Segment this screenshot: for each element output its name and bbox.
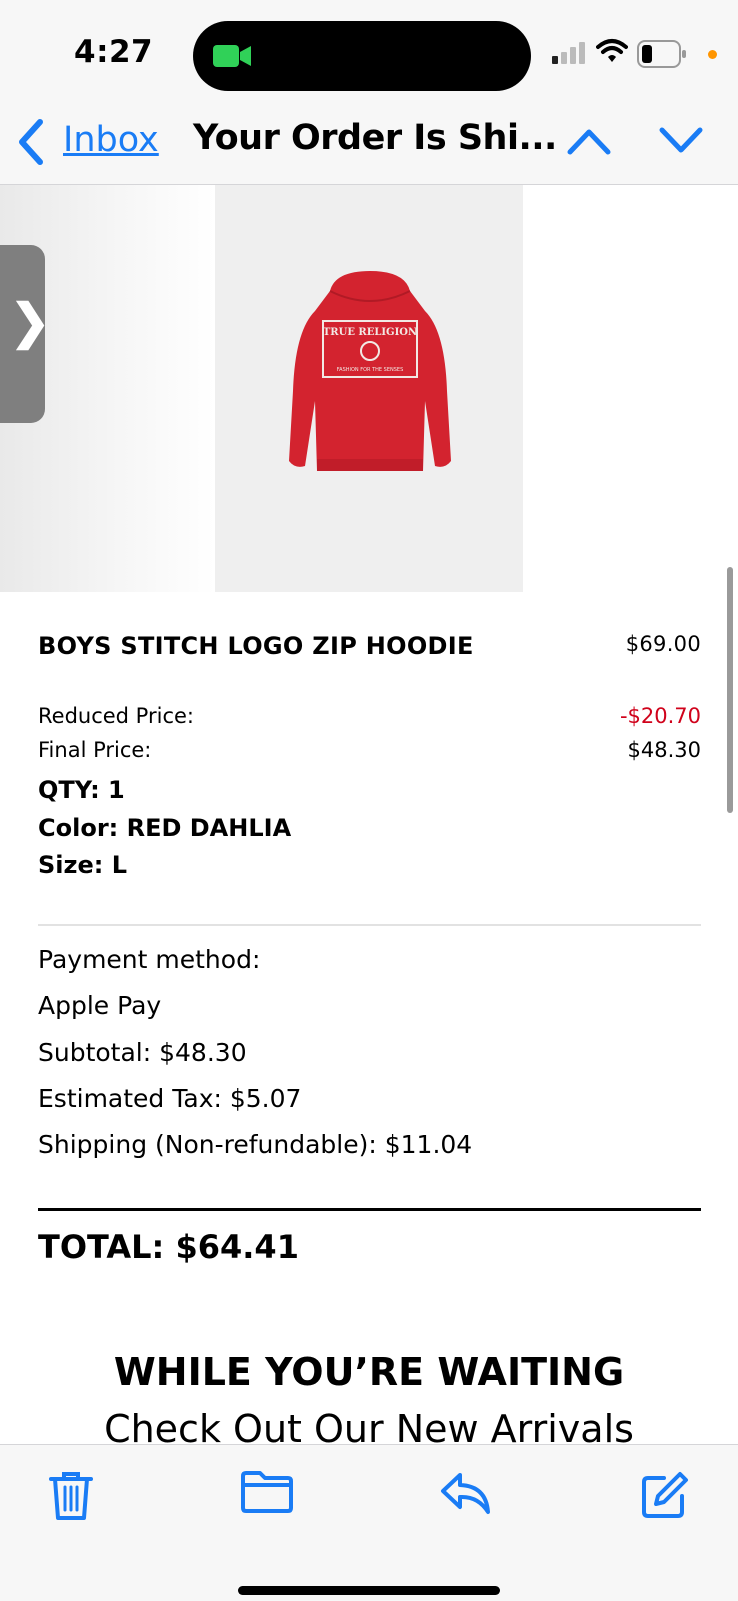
chevron-down-icon[interactable]: [658, 124, 704, 158]
back-chevron-icon[interactable]: [16, 118, 46, 166]
shipping-cost: Shipping (Non-refundable): $11.04: [38, 1130, 473, 1159]
subtotal: Subtotal: $48.30: [38, 1038, 247, 1067]
back-to-inbox-link[interactable]: Inbox: [63, 120, 159, 160]
section-divider: [38, 924, 701, 926]
total-divider: [38, 1208, 701, 1211]
chevron-right-icon: ❯: [10, 296, 51, 349]
final-price-row: Final Price: $48.30: [38, 738, 701, 762]
trash-icon[interactable]: [48, 1470, 94, 1522]
red-hoodie-image: TRUE RELIGION FASHION FOR THE SENSES: [289, 271, 451, 471]
scrollbar[interactable]: [727, 567, 733, 813]
status-bar: 4:27: [0, 0, 738, 106]
payment-method-label: Payment method:: [38, 945, 261, 974]
video-camera-icon: [213, 45, 251, 67]
order-total: TOTAL: $64.41: [38, 1228, 299, 1266]
promo-subheading[interactable]: Check Out Our New Arrivals: [0, 1407, 738, 1444]
battery-icon: [637, 40, 686, 68]
svg-text:FASHION FOR THE SENSES: FASHION FOR THE SENSES: [337, 367, 404, 373]
compose-icon[interactable]: [640, 1470, 690, 1520]
reduced-price-value: -$20.70: [619, 704, 701, 728]
dynamic-island: [193, 21, 531, 91]
product-quantity: QTY: 1: [38, 776, 125, 804]
home-indicator[interactable]: [238, 1586, 500, 1595]
mail-toolbar: [0, 1444, 738, 1601]
folder-icon[interactable]: [240, 1470, 294, 1514]
final-price-value: $48.30: [627, 738, 701, 762]
email-body[interactable]: TRUE RELIGION FASHION FOR THE SENSES ❯ B…: [0, 185, 738, 1444]
reduced-price-label: Reduced Price:: [38, 704, 194, 728]
product-name: BOYS STITCH LOGO ZIP HOODIE $69.00: [38, 632, 701, 660]
product-size: Size: L: [38, 851, 128, 879]
reply-icon[interactable]: [440, 1470, 492, 1516]
product-image[interactable]: TRUE RELIGION FASHION FOR THE SENSES: [215, 185, 523, 592]
message-title: Your Order Is Shi...: [193, 118, 557, 158]
privacy-dot-icon: [708, 50, 717, 59]
hoodie-logo-text: TRUE RELIGION: [323, 327, 417, 338]
chevron-up-icon[interactable]: [566, 124, 612, 158]
reduced-price-row: Reduced Price: -$20.70: [38, 704, 701, 728]
estimated-tax: Estimated Tax: $5.07: [38, 1084, 302, 1113]
product-price: $69.00: [625, 632, 701, 656]
final-price-label: Final Price:: [38, 738, 152, 762]
wifi-icon: [596, 39, 628, 62]
status-time: 4:27: [74, 34, 154, 70]
promo-heading: WHILE YOU’RE WAITING: [113, 1350, 625, 1394]
cellular-signal-icon: [552, 42, 585, 64]
product-color: Color: RED DAHLIA: [38, 814, 292, 842]
mail-nav-bar: Inbox Your Order Is Shi...: [0, 106, 738, 185]
payment-method-value: Apple Pay: [38, 991, 162, 1020]
side-panel-toggle[interactable]: ❯: [0, 245, 50, 423]
